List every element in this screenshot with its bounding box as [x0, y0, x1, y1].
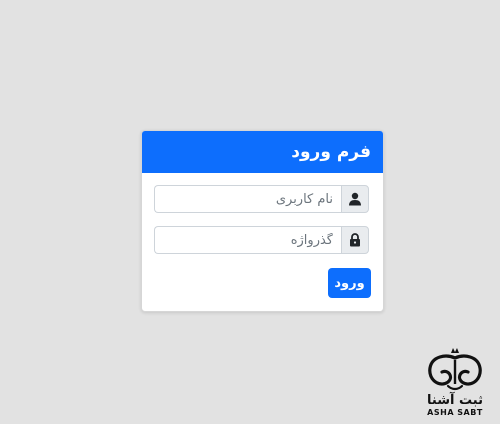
password-input-group: [154, 226, 369, 254]
lock-icon: [341, 226, 369, 254]
form-title: فرم ورود: [291, 142, 371, 162]
watermark-text-en: ASHA SABT: [427, 408, 483, 417]
watermark-logo: ثبت آشنا ASHA SABT: [420, 346, 490, 420]
username-field[interactable]: [154, 185, 341, 213]
password-field[interactable]: [154, 226, 341, 254]
logo-emblem-icon: [428, 348, 482, 391]
login-card: فرم ورود ورود: [141, 130, 384, 312]
card-body: ورود: [142, 173, 383, 311]
user-icon: [341, 185, 369, 213]
watermark-text-fa: ثبت آشنا: [427, 393, 483, 408]
username-input-group: [154, 185, 369, 213]
card-header: فرم ورود: [142, 131, 383, 173]
login-button[interactable]: ورود: [328, 268, 371, 298]
